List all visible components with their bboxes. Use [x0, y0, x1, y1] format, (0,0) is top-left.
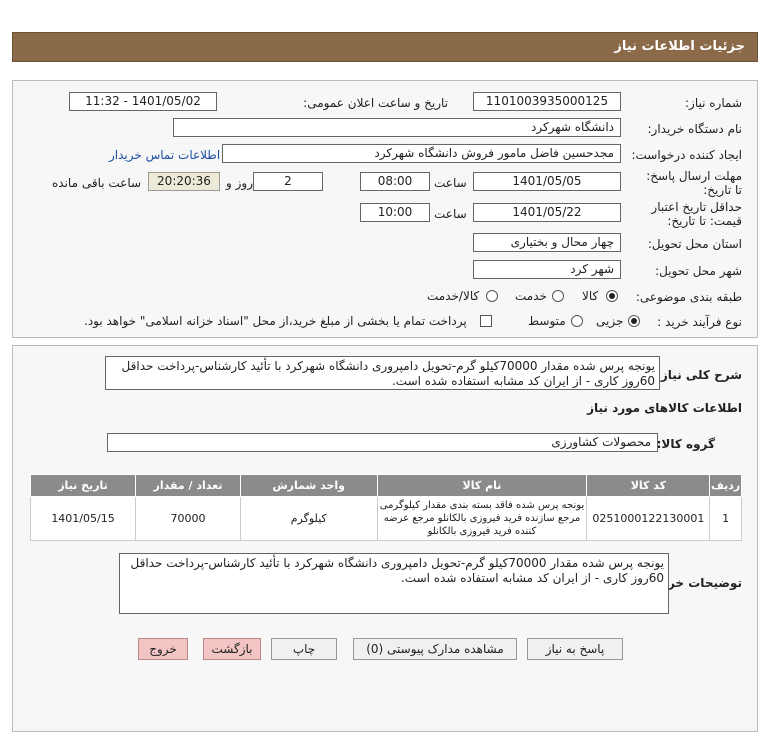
category-label: طبقه بندی موضوعی: — [635, 290, 742, 304]
days-field[interactable]: 2 — [253, 172, 323, 191]
cell-unit: کیلوگرم — [240, 496, 378, 541]
treasury-payment-note: پرداخت تمام یا بخشی از مبلغ خرید،از محل … — [84, 314, 467, 328]
creator-field[interactable]: مجدحسین فاضل مامور فروش دانشگاه شهرکرد — [222, 144, 621, 163]
print-button[interactable]: چاپ — [271, 638, 337, 660]
days-label: روز و — [226, 176, 253, 190]
category-service-label: خدمت — [515, 289, 547, 303]
cell-qty: 70000 — [135, 496, 242, 541]
city-field[interactable]: شهر کرد — [473, 260, 621, 279]
description-field[interactable]: یونجه پرس شده مقدار 70000کیلو گرم-تحویل … — [105, 356, 660, 390]
category-both-label: کالا/خدمت — [427, 289, 480, 303]
exit-button[interactable]: خروج — [138, 638, 188, 660]
goods-group-field[interactable]: محصولات کشاورزی — [107, 433, 658, 452]
validity-time-field[interactable]: 10:00 — [360, 203, 430, 222]
col-date: تاریخ نیاز — [29, 474, 137, 497]
table-row: 1 0251000122130001 یونجه پرس شده فاقد بس… — [29, 496, 742, 541]
creator-label: ایجاد کننده درخواست: — [631, 148, 742, 162]
province-field[interactable]: چهار محال و بختیاری — [473, 233, 621, 252]
cell-date: 1401/05/15 — [29, 496, 137, 541]
buyer-contact-link[interactable]: اطلاعات تماس خریدار — [109, 148, 220, 162]
page-title: جزئیات اطلاعات نیاز — [614, 39, 745, 54]
validity-label: حداقل تاریخ اعتبار قیمت: تا تاریخ: — [651, 200, 742, 228]
announce-label: تاریخ و ساعت اعلان عمومی: — [303, 96, 448, 110]
need-number-field[interactable]: 1101003935000125 — [473, 92, 621, 111]
category-both-radio[interactable] — [486, 290, 498, 302]
goods-table: ردیف کد کالا نام کالا واحد شمارش تعداد /… — [29, 474, 742, 541]
buyer-org-field[interactable]: دانشگاه شهرکرد — [173, 118, 621, 137]
attachments-button[interactable]: مشاهده مدارک پیوستی (0) — [353, 638, 517, 660]
buyer-org-label: نام دستگاه خریدار: — [647, 122, 743, 136]
col-name: نام کالا — [376, 474, 588, 497]
process-minor-label: جزیی — [596, 314, 624, 328]
treasury-payment-checkbox[interactable] — [480, 315, 492, 327]
category-goods-label: کالا — [582, 289, 599, 303]
process-minor-radio[interactable] — [628, 315, 640, 327]
cell-row: 1 — [709, 496, 742, 541]
col-unit: واحد شمارش — [240, 474, 378, 497]
deadline-date-field[interactable]: 1401/05/05 — [473, 172, 621, 191]
col-code: کد کالا — [586, 474, 711, 497]
deadline-time-label: ساعت — [434, 176, 467, 190]
cell-name: یونجه پرس شده فاقد بسته بندی مقدار کیلوگ… — [376, 496, 588, 541]
process-label: نوع فرآیند خرید : — [657, 315, 742, 329]
back-button[interactable]: بازگشت — [203, 638, 261, 660]
announce-field[interactable]: 1401/05/02 - 11:32 — [69, 92, 217, 111]
remaining-time-field: 20:20:36 — [148, 172, 220, 191]
process-medium-label: متوسط — [528, 314, 566, 328]
category-goods-radio[interactable] — [606, 290, 618, 302]
province-label: استان محل تحویل: — [647, 237, 742, 251]
cell-code: 0251000122130001 — [586, 496, 711, 541]
goods-group-label: گروه کالا: — [656, 437, 715, 451]
page-header: جزئیات اطلاعات نیاز — [12, 32, 758, 62]
validity-date-field[interactable]: 1401/05/22 — [473, 203, 621, 222]
buyer-notes-field[interactable]: یونجه پرس شده مقدار 70000کیلو گرم-تحویل … — [119, 553, 669, 614]
process-medium-radio[interactable] — [571, 315, 583, 327]
remaining-label: ساعت باقی مانده — [52, 176, 142, 190]
deadline-time-field[interactable]: 08:00 — [360, 172, 430, 191]
reply-button[interactable]: پاسخ به نیاز — [527, 638, 623, 660]
col-qty: تعداد / مقدار — [135, 474, 242, 497]
deadline-label: مهلت ارسال پاسخ: تا تاریخ: — [646, 169, 742, 197]
validity-time-label: ساعت — [434, 207, 467, 221]
category-service-radio[interactable] — [552, 290, 564, 302]
need-number-label: شماره نیاز: — [685, 96, 742, 110]
description-label: شرح کلی نیاز: — [656, 368, 742, 382]
col-row: ردیف — [709, 474, 742, 497]
goods-info-title: اطلاعات کالاهای مورد نیاز — [587, 401, 742, 415]
city-label: شهر محل تحویل: — [655, 264, 742, 278]
